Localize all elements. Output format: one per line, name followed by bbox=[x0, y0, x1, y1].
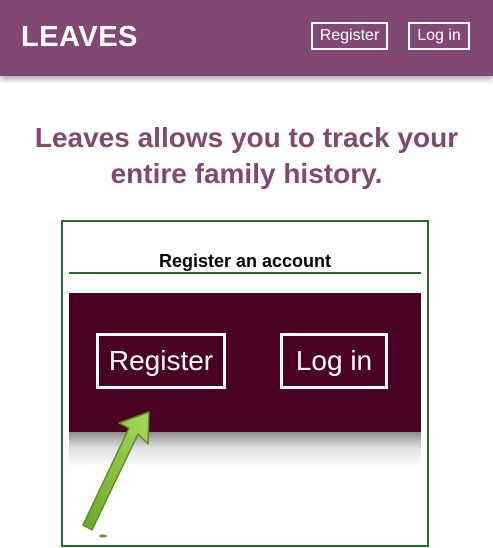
brand-logo[interactable]: LEAVES bbox=[21, 19, 138, 55]
page-headline: Leaves allows you to track your entire f… bbox=[34, 122, 459, 189]
tutorial-card: Register an account Register Log in bbox=[61, 220, 429, 547]
green-arrow-icon bbox=[82, 411, 150, 538]
arrow-shape bbox=[82, 411, 150, 538]
register-button[interactable]: Register bbox=[311, 22, 388, 50]
login-button[interactable]: Log in bbox=[408, 22, 470, 50]
top-navbar: LEAVES Register Log in bbox=[0, 0, 493, 76]
